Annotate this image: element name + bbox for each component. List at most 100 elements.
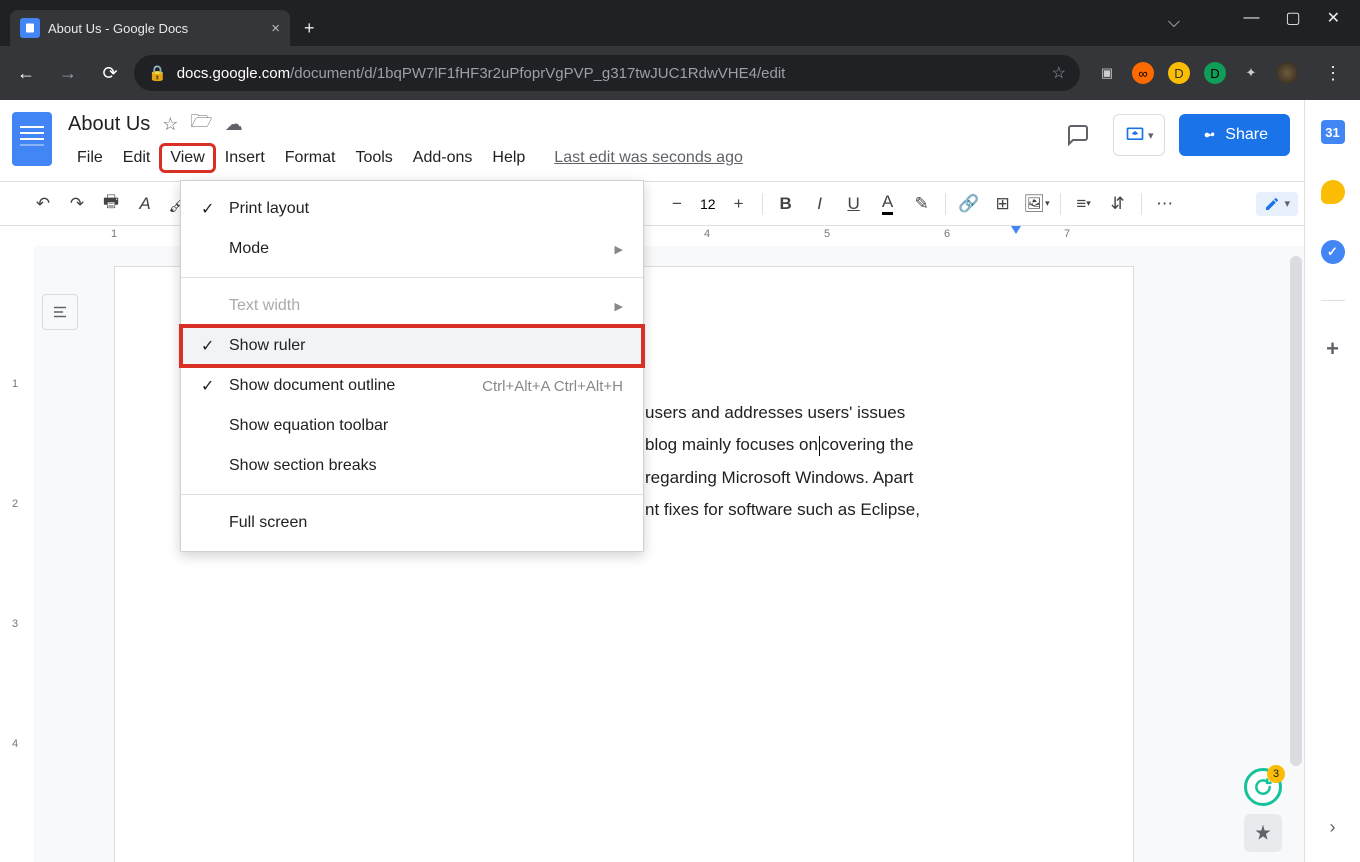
insert-link-icon[interactable]: 🔗 — [954, 189, 984, 219]
menu-show-equation[interactable]: Show equation toolbar — [181, 406, 643, 446]
close-window-icon[interactable]: ✕ — [1327, 8, 1340, 28]
checkmark-icon: ✓ — [201, 336, 225, 356]
add-comment-icon[interactable]: ⊞ — [988, 189, 1018, 219]
vertical-ruler[interactable]: 1 2 3 4 — [0, 246, 34, 862]
doc-text: nt fixes for software such as Eclipse, — [645, 500, 920, 519]
menu-show-outline[interactable]: ✓ Show document outline Ctrl+Alt+A Ctrl+… — [181, 366, 643, 406]
tab-close-icon[interactable]: × — [271, 20, 280, 37]
highlight-icon[interactable]: ✎ — [907, 189, 937, 219]
undo-icon[interactable]: ↶ — [28, 189, 58, 219]
chrome-menu-icon[interactable]: ⋮ — [1314, 63, 1352, 84]
editing-mode-button[interactable]: ▾ — [1256, 192, 1298, 216]
font-size-inc-icon[interactable]: + — [724, 189, 754, 219]
redo-icon[interactable]: ↷ — [62, 189, 92, 219]
docs-header: About Us ☆ 🗁 ☁ File Edit View Insert For… — [0, 100, 1360, 182]
extensions-puzzle-icon[interactable]: ✦ — [1240, 62, 1262, 84]
align-icon[interactable]: ≡▾ — [1069, 189, 1099, 219]
minimize-icon[interactable]: — — [1243, 9, 1259, 27]
maximize-icon[interactable]: ▢ — [1285, 8, 1300, 28]
calendar-icon[interactable]: 31 — [1321, 120, 1345, 144]
browser-tab[interactable]: About Us - Google Docs × — [10, 10, 290, 46]
menu-edit[interactable]: Edit — [114, 145, 160, 171]
menu-view[interactable]: View — [161, 145, 213, 171]
doc-text: covering the — [821, 435, 914, 454]
menu-print-layout[interactable]: ✓ Print layout — [181, 189, 643, 229]
checkmark-icon: ✓ — [201, 199, 225, 219]
lock-icon: 🔒 — [148, 64, 167, 82]
menu-full-screen[interactable]: Full screen — [181, 503, 643, 543]
cast-icon[interactable]: ▣ — [1096, 62, 1118, 84]
docs-favicon — [20, 18, 40, 38]
keyboard-shortcut: Ctrl+Alt+A Ctrl+Alt+H — [482, 378, 623, 395]
bookmark-star-icon[interactable]: ☆ — [1052, 63, 1066, 83]
doc-text: users and addresses users' issues — [645, 403, 905, 422]
vertical-scrollbar[interactable] — [1290, 256, 1302, 766]
profile-avatar-icon[interactable] — [1276, 62, 1298, 84]
menu-divider — [181, 277, 643, 278]
spellcheck-icon[interactable]: A — [130, 189, 160, 219]
window-controls: — ▢ ✕ — [1243, 8, 1360, 28]
italic-icon[interactable]: I — [805, 189, 835, 219]
checkmark-icon: ✓ — [201, 376, 225, 396]
show-outline-button[interactable] — [42, 294, 78, 330]
tabs-dropdown-icon[interactable]: ⌵ — [1168, 14, 1180, 32]
menu-show-section-breaks[interactable]: Show section breaks — [181, 446, 643, 486]
font-size-dec-icon[interactable]: − — [662, 189, 692, 219]
menu-text-width: Text width ▶ — [181, 286, 643, 326]
extension-icon-3[interactable]: D — [1204, 62, 1226, 84]
tab-title: About Us - Google Docs — [48, 21, 188, 36]
reload-button[interactable]: ⟳ — [92, 55, 128, 91]
menu-help[interactable]: Help — [483, 145, 534, 171]
back-button[interactable]: ← — [8, 55, 44, 91]
submenu-arrow-icon: ▶ — [615, 300, 623, 313]
ruler-tick: 1 — [111, 228, 117, 240]
ruler-tick: 6 — [944, 228, 950, 240]
last-edit-link[interactable]: Last edit was seconds ago — [554, 149, 743, 167]
underline-icon[interactable]: U — [839, 189, 869, 219]
line-spacing-icon[interactable]: ⇵ — [1103, 189, 1133, 219]
ruler-right-indent[interactable] — [1011, 226, 1021, 234]
extension-icon-1[interactable]: ∞ — [1132, 62, 1154, 84]
menu-addons[interactable]: Add-ons — [404, 145, 482, 171]
grammarly-widget[interactable]: 3 — [1244, 768, 1282, 806]
font-size-value[interactable]: 12 — [696, 196, 720, 212]
docs-logo-icon[interactable] — [12, 112, 52, 166]
present-button[interactable]: ▾ — [1113, 114, 1165, 156]
explore-button[interactable] — [1244, 814, 1282, 852]
menu-tools[interactable]: Tools — [346, 145, 401, 171]
forward-button: → — [50, 55, 86, 91]
move-document-icon[interactable]: 🗁 — [190, 109, 212, 139]
more-toolbar-icon[interactable]: ⋯ — [1150, 189, 1180, 219]
share-button-label: Share — [1225, 126, 1268, 144]
tasks-icon[interactable]: ✓ — [1321, 240, 1345, 264]
url-text: docs.google.com/document/d/1bqPW7lF1fHF3… — [177, 65, 786, 82]
extension-icon-2[interactable]: D — [1168, 62, 1190, 84]
comments-icon[interactable] — [1057, 114, 1099, 156]
browser-chrome: About Us - Google Docs × + ⌵ — ▢ ✕ ← → ⟳… — [0, 0, 1360, 100]
url-field[interactable]: 🔒 docs.google.com/document/d/1bqPW7lF1fH… — [134, 55, 1080, 91]
document-title[interactable]: About Us — [68, 113, 150, 136]
text-color-icon[interactable]: A — [873, 189, 903, 219]
side-panel: 31 ✓ + › — [1304, 100, 1360, 862]
insert-image-icon[interactable]: 🖼▾ — [1022, 189, 1052, 219]
address-bar: ← → ⟳ 🔒 docs.google.com/document/d/1bqPW… — [0, 46, 1360, 100]
menu-file[interactable]: File — [68, 145, 112, 171]
share-button[interactable]: Share — [1179, 114, 1290, 156]
text-cursor — [819, 436, 820, 456]
menu-format[interactable]: Format — [276, 145, 345, 171]
new-tab-button[interactable]: + — [290, 10, 329, 46]
star-document-icon[interactable]: ☆ — [162, 114, 178, 135]
collapse-side-panel-icon[interactable]: › — [1330, 817, 1336, 838]
ruler-tick: 7 — [1064, 228, 1070, 240]
bold-icon[interactable]: B — [771, 189, 801, 219]
submenu-arrow-icon: ▶ — [615, 243, 623, 256]
menu-insert[interactable]: Insert — [216, 145, 274, 171]
menu-mode[interactable]: Mode ▶ — [181, 229, 643, 269]
cloud-status-icon[interactable]: ☁ — [225, 114, 243, 135]
keep-icon[interactable] — [1321, 180, 1345, 204]
print-icon[interactable]: 🖶 — [96, 189, 126, 219]
ruler-tick: 5 — [824, 228, 830, 240]
menu-bar: File Edit View Insert Format Tools Add-o… — [68, 142, 743, 174]
menu-show-ruler[interactable]: ✓ Show ruler — [181, 326, 643, 366]
add-addon-icon[interactable]: + — [1321, 337, 1345, 361]
